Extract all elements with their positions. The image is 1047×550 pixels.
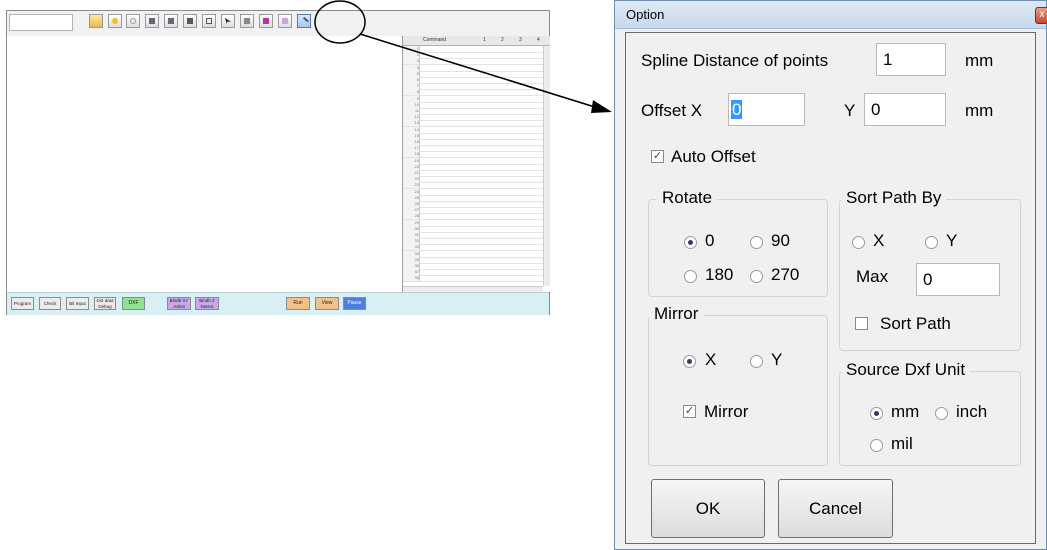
rotate-270-label: 270 [771,265,800,284]
unit-mm-label: mm [891,402,920,421]
cancel-button[interactable]: Cancel [778,479,893,538]
rotate-90-label: 90 [771,231,790,250]
bit-input-button[interactable]: Bit Input [66,297,89,310]
sort-max-label: Max [856,267,889,286]
row-number: 16 [403,139,420,145]
unit-mil-radio[interactable] [870,439,883,452]
program-button[interactable]: Program [11,297,34,310]
callout-annotation [314,0,612,113]
offset-x-label: Offset X [641,101,703,120]
dot-data-debug-button[interactable]: Dot data Debug [94,297,116,310]
sort-path-checkbox[interactable] [855,317,868,330]
row-number: 30 [403,225,420,232]
row-number: 21 [403,170,420,176]
table-row[interactable]: 38 [403,275,543,283]
row-number: 36 [403,263,420,269]
sort-path-legend: Sort Path By [841,188,947,208]
mirror-y-radio[interactable] [750,355,763,368]
sort-path-group: Sort Path By X Y Max 0 Sort Path [839,188,1021,351]
bindb-xy-admit-button[interactable]: Bindb XY Admit [167,297,191,310]
row-number: 20 [403,163,420,170]
bottom-button-bar: Program Check Bit Input Dot data Debug D… [7,292,549,315]
row-number: 27 [403,207,420,214]
rotate-180-label: 180 [705,265,734,284]
dialog-title: Option [626,7,665,22]
dxf-button[interactable]: DXF [122,297,145,310]
dialog-titlebar[interactable]: Option x [615,1,1047,29]
mirror-legend: Mirror [649,304,704,324]
row-number: 33 [403,244,420,251]
option-dialog: Option x Spline Distance of points 1 mm … [614,0,1047,550]
row-number: 17 [403,145,420,152]
row-number: 29 [403,219,420,226]
rotate-90-radio[interactable] [750,236,763,249]
row-number: 28 [403,213,420,220]
pause-button[interactable]: Pause [343,297,366,310]
row-number: 35 [403,256,420,263]
rotate-0-label: 0 [705,231,715,250]
sort-y-label: Y [946,231,958,250]
spline-unit-label: mm [965,51,994,70]
mirror-y-label: Y [771,350,783,369]
row-number: 19 [403,157,420,164]
ok-button[interactable]: OK [651,479,765,538]
sort-y-radio[interactable] [925,236,938,249]
row-number: 34 [403,250,420,257]
rotate-0-radio[interactable] [684,236,697,249]
offset-x-input[interactable]: 0 [728,93,805,126]
unit-inch-label: inch [956,402,988,421]
unit-inch-radio[interactable] [935,407,948,420]
callout-arrow-head [591,100,612,113]
row-number: 31 [403,232,420,238]
row-number: 38 [403,275,420,282]
check-button[interactable]: Check [39,297,61,310]
row-number: 15 [403,132,420,139]
mirror-group: Mirror X Y ✓ Mirror [648,304,828,466]
highlight-circle [314,0,366,44]
row-number: 25 [403,194,420,201]
run-button[interactable]: Run [286,297,310,310]
source-unit-group: Source Dxf Unit mm inch mil [839,360,1021,466]
rotate-180-radio[interactable] [684,270,697,283]
row-number: 32 [403,238,420,245]
auto-offset-label: Auto Offset [671,147,756,166]
row-number: 37 [403,269,420,276]
source-unit-legend: Source Dxf Unit [841,360,971,380]
offset-y-label: Y [844,101,856,120]
dialog-body: Spline Distance of points 1 mm Offset X … [625,32,1036,544]
row-number: 26 [403,201,420,207]
close-icon[interactable]: x [1035,7,1047,24]
spline-distance-label: Spline Distance of points [641,51,829,70]
sort-x-label: X [873,231,885,250]
rotate-270-radio[interactable] [750,270,763,283]
rotate-legend: Rotate [657,188,718,208]
mirror-x-radio[interactable] [683,355,696,368]
sort-x-radio[interactable] [852,236,865,249]
rotate-group: Rotate 0 90 180 270 [648,188,828,297]
row-number: 14 [403,126,420,133]
bindb-z-detect-button[interactable]: Bindb Z Detect [195,297,219,310]
row-number: 18 [403,151,420,158]
spline-distance-input[interactable]: 1 [876,43,946,76]
row-number: 24 [403,188,420,195]
row-number: 22 [403,176,420,183]
offset-unit-label: mm [965,101,994,120]
mirror-x-label: X [705,350,717,369]
view-button[interactable]: View [315,297,339,310]
unit-mil-label: mil [891,434,913,453]
unit-mm-radio[interactable] [870,407,883,420]
sort-path-check-label: Sort Path [880,314,951,333]
row-number: 23 [403,182,420,189]
mirror-check-label: Mirror [704,402,749,421]
auto-offset-checkbox[interactable]: ✓ [651,150,664,163]
offset-y-input[interactable]: 0 [864,93,946,126]
offset-x-selected-text: 0 [731,100,743,119]
sort-max-input[interactable]: 0 [916,263,1000,296]
callout-arrow-line [359,33,599,109]
mirror-checkbox[interactable]: ✓ [683,405,696,418]
row-number: 13 [403,120,420,127]
